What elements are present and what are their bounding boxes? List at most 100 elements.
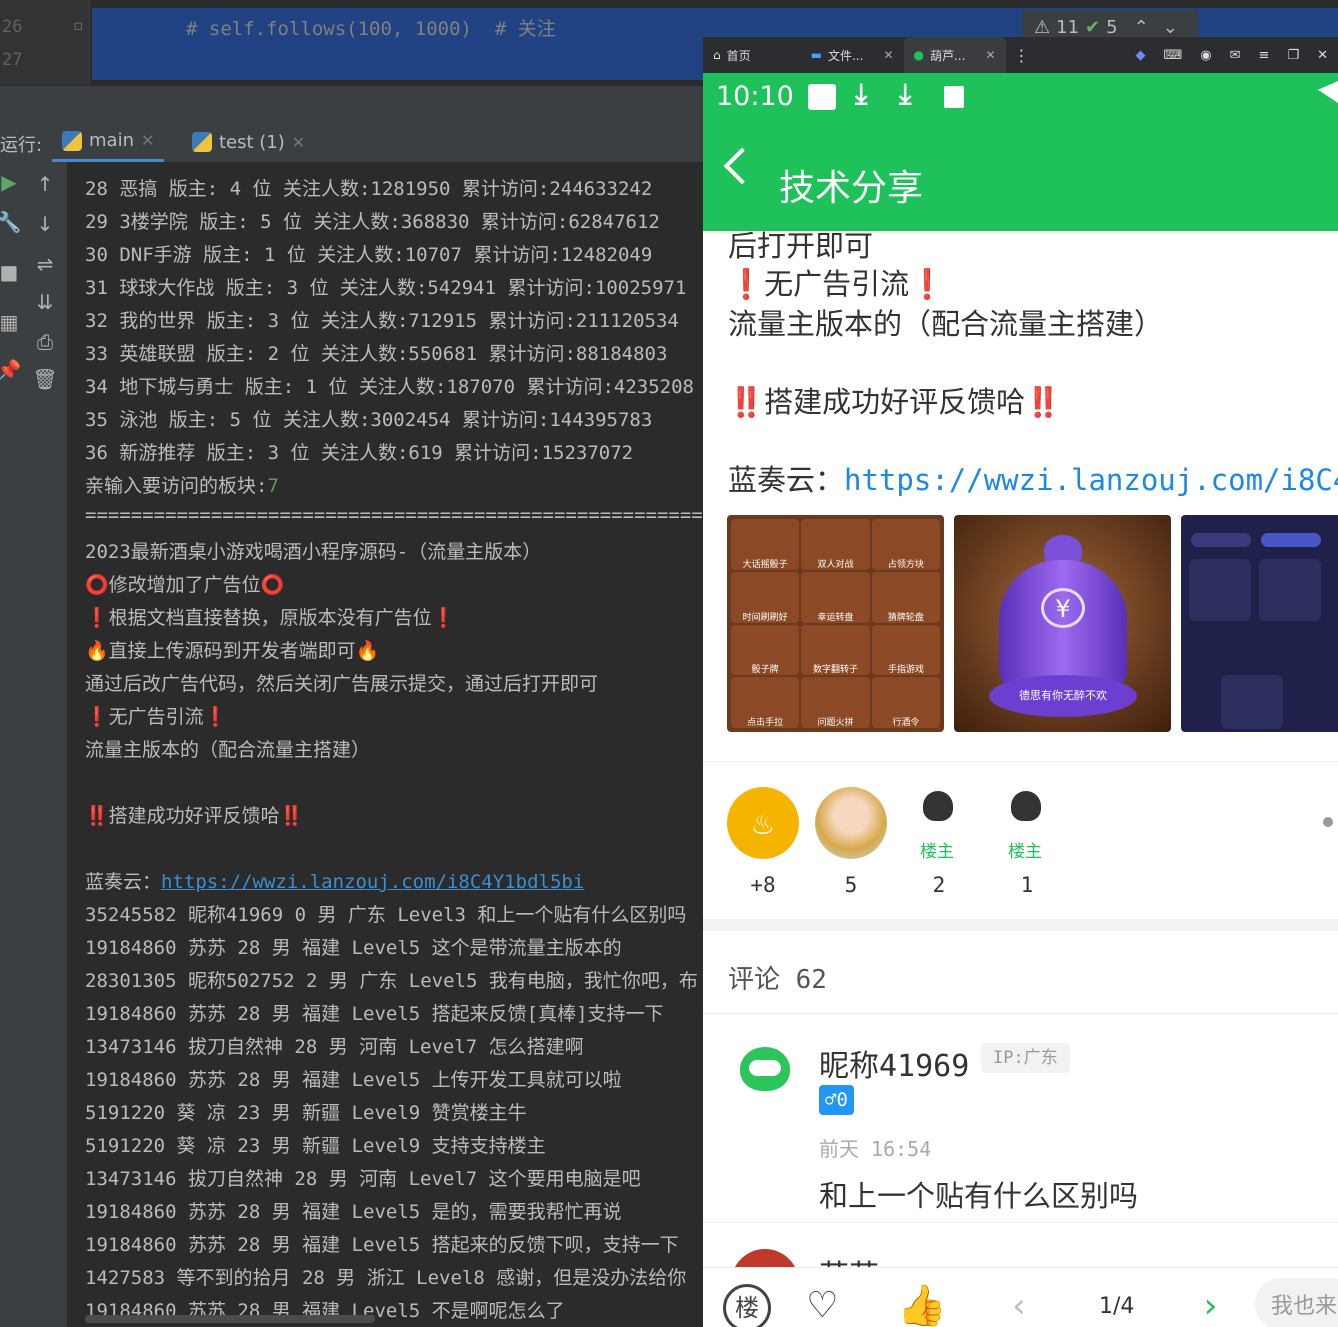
line-number: 26 <box>2 17 23 37</box>
avatar[interactable] <box>1011 791 1041 821</box>
scroll-to-end-icon[interactable]: ⇊ <box>30 290 60 314</box>
avatar[interactable] <box>815 787 887 859</box>
status-time: 10:10 <box>716 81 794 112</box>
page-indicator: 1/4 <box>1099 1294 1135 1319</box>
stop-icon[interactable]: ■ <box>0 260 24 284</box>
mail-icon[interactable]: ✉ <box>1230 48 1241 63</box>
chevron-up-icon[interactable]: ⌃ <box>1134 17 1149 38</box>
game-tile: 行酒令 <box>871 677 940 728</box>
post-link-line: 蓝奏云：https://wwzi.lanzouj.com/i8C4Y1bdl5 <box>728 457 1338 499</box>
section-divider <box>703 919 1338 931</box>
ok-count: 5 <box>1106 16 1118 38</box>
tab-label: 文件... <box>827 48 864 63</box>
code-line[interactable]: # self.follows(100, 1000) # 关注 <box>186 14 556 41</box>
prompt-input[interactable]: 7 <box>267 475 278 497</box>
comment-line: 13473146 拔刀自然神 28 男 河南 Level7 怎么搭建啊 <box>85 1036 584 1058</box>
arrow-up-icon[interactable]: ↑ <box>30 172 60 196</box>
home-icon: ⌂ <box>713 48 721 62</box>
divider <box>703 1013 1338 1014</box>
soft-wrap-icon[interactable]: ⇌ <box>30 252 60 276</box>
menu-icon[interactable]: ≡ <box>1259 48 1270 63</box>
console-line: 34 地下城与勇士 版主: 1 位 关注人数:187070 累计访问:42352… <box>85 376 694 398</box>
post-line: ❗根据文档直接替换，原版本没有广告位❗ <box>85 607 456 629</box>
comment-line: 19184860 苏苏 28 男 福建 Level5 搭起来的反馈下呗，支持一下 <box>85 1234 679 1256</box>
more-icon[interactable]: ⋮ <box>1014 46 1030 65</box>
avatar[interactable] <box>923 791 953 821</box>
fold-icon[interactable]: ◻ <box>74 18 82 34</box>
console-line: 32 我的世界 版主: 3 位 关注人数:712915 累计访问:2111205… <box>85 310 679 332</box>
reward-count: 5 <box>844 873 858 897</box>
post-line: 通过后改广告代码，然后关闭广告展示提交，通过后打开即可 <box>85 673 599 695</box>
commenter-avatar[interactable] <box>731 1041 799 1109</box>
post-title: 2023最新酒桌小游戏喝酒小程序源码-（流量主版本） <box>85 541 542 563</box>
layout-icon[interactable]: ▦ <box>0 310 24 334</box>
download-link[interactable]: https://wwzi.lanzouj.com/i8C4Y1bdl5 <box>844 463 1338 497</box>
gourd-icon[interactable]: ♨ <box>727 787 799 859</box>
post-text: ❗无广告引流❗ <box>728 267 946 301</box>
window-icon[interactable]: ❐ <box>1287 48 1299 63</box>
close-icon[interactable]: ✕ <box>985 48 995 62</box>
gender-badge: ♂0 <box>819 1085 854 1115</box>
next-page-icon[interactable]: › <box>1200 1286 1220 1326</box>
comment-text: 和上一个贴有什么区别吗 <box>819 1179 1139 1213</box>
console-prompt: 亲输入要访问的板块:7 <box>85 471 279 498</box>
link-prefix: 蓝奏云： <box>85 871 162 893</box>
browser-tabbar: ⌂ 首页 ▬ 文件... ✕ ● 葫芦... ✕ ⋮ ◆ ⌨ ◉ ✉ ≡ ❐ ✕ <box>703 37 1338 73</box>
close-icon[interactable]: ✕ <box>883 48 893 62</box>
extension-icon[interactable]: ◆ <box>1136 48 1146 63</box>
close-icon[interactable]: ✕ <box>292 133 305 152</box>
comment-line: 28301305 昵称502752 2 男 广东 Level5 我有电脑，我忙你… <box>85 970 698 992</box>
console-line: 33 英雄联盟 版主: 2 位 关注人数:550681 累计访问:8818480… <box>85 343 668 365</box>
app-card <box>1189 559 1251 621</box>
wrench-icon[interactable]: 🔧 <box>0 210 24 234</box>
close-window-icon[interactable]: ✕ <box>1317 48 1328 63</box>
run-tab-test[interactable]: test (1) ✕ <box>182 122 315 162</box>
download-icon: ⤓ <box>855 77 868 110</box>
comment-line: 5191220 葵 凉 23 男 新疆 Level9 赞赏楼主牛 <box>85 1102 527 1124</box>
close-icon[interactable]: ✕ <box>141 131 154 150</box>
commenter-name[interactable]: 昵称41969 <box>819 1041 969 1085</box>
browser-tab-app[interactable]: ● 葫芦... ✕ <box>903 37 1006 73</box>
phone-status-bar: 10:10 ⤓ ⤓ <box>703 73 1338 119</box>
game-tile: 时间刷刷好 <box>731 571 800 623</box>
app-button <box>1191 533 1251 547</box>
arrow-down-icon[interactable]: ↓ <box>30 212 60 236</box>
reply-input[interactable]: 我也来 <box>1255 1278 1338 1327</box>
heart-icon[interactable]: ♡ <box>809 1280 836 1327</box>
trash-icon[interactable]: 🗑 <box>30 367 60 391</box>
post-content[interactable]: 后打开即可 ❗无广告引流❗ 流量主版本的（配合流量主搭建） ‼️搭建成功好评反馈… <box>703 231 1338 1327</box>
post-link-line: 蓝奏云：https://wwzi.lanzouj.com/i8C4Y1bdl5b… <box>85 867 584 894</box>
print-icon[interactable]: ⎙ <box>30 330 60 354</box>
rerun-icon[interactable]: ▶ <box>0 170 24 194</box>
app-card <box>1221 675 1283 729</box>
gamepad-icon[interactable]: ⌨ <box>1164 48 1183 63</box>
game-tile: 占领方块 <box>871 519 940 570</box>
run-tab-main[interactable]: main ✕ <box>52 122 165 162</box>
reward-count: +8 <box>750 873 776 897</box>
post-image-dice-cup[interactable]: ¥ 德思有你无醉不欢 <box>954 515 1171 732</box>
run-toolbar-right: ↑ ↓ ⇌ ⇊ ⎙ 🗑 <box>22 162 68 1327</box>
post-image-game-grid[interactable]: 大话摇骰子 双人对战 占领方块 时间刷刷好 幸运转盘 猜牌轮盘 骰子牌 数字翻转… <box>727 515 944 732</box>
comment-line: 19184860 苏苏 28 男 福建 Level5 上传开发工具就可以啦 <box>85 1069 622 1091</box>
game-tile: 骰子牌 <box>731 624 800 676</box>
browser-tab-files[interactable]: ▬ 文件... ✕ <box>801 37 904 73</box>
floor-button[interactable]: 楼 <box>723 1284 771 1327</box>
post-text: 流量主版本的（配合流量主搭建） <box>728 307 1164 341</box>
more-dot-icon[interactable] <box>1323 817 1333 827</box>
back-icon[interactable] <box>723 147 761 185</box>
chevron-down-icon[interactable]: ⌄ <box>1163 17 1178 38</box>
account-icon[interactable]: ◉ <box>1200 48 1211 63</box>
browser-tab-home[interactable]: ⌂ 首页 <box>703 37 761 73</box>
pin-icon[interactable]: 📌 <box>0 358 24 382</box>
thumbs-up-icon[interactable]: 👍 <box>897 1282 947 1327</box>
post-line: 流量主版本的（配合流量主搭建） <box>85 739 371 761</box>
comment-line: 35245582 昵称41969 0 男 广东 Level3 和上一个贴有什么区… <box>85 904 687 926</box>
prev-page-icon[interactable]: ‹ <box>1009 1286 1029 1326</box>
post-image-app-screen[interactable] <box>1181 515 1338 732</box>
run-console[interactable]: 28 恶搞 版主: 4 位 关注人数:1281950 累计访问:24463324… <box>69 162 703 1327</box>
app-icon: ● <box>913 48 924 62</box>
commenter-name[interactable]: 苏苏 <box>819 1251 879 1267</box>
comment-line: 13473146 拔刀自然神 28 男 河南 Level7 这个要用电脑是吧 <box>85 1168 641 1190</box>
horizontal-scrollbar[interactable] <box>85 1315 375 1323</box>
download-link[interactable]: https://wwzi.lanzouj.com/i8C4Y1bdl5bi <box>161 871 584 893</box>
